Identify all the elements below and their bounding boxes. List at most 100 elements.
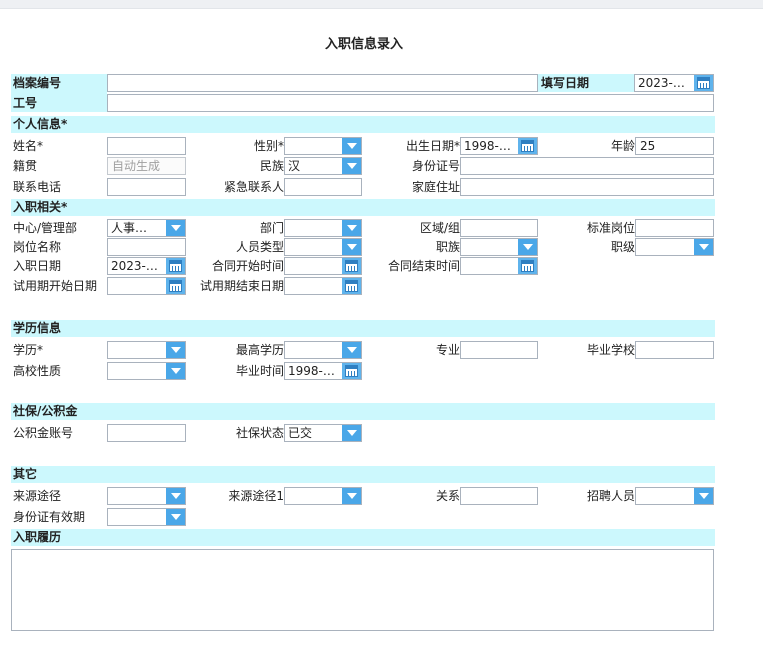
- major-input[interactable]: [460, 341, 538, 359]
- job-family-label: 职族: [435, 240, 460, 254]
- chevron-down-icon[interactable]: [342, 239, 361, 255]
- chevron-down-icon[interactable]: [342, 220, 361, 236]
- ethnic-label: 民族: [259, 159, 284, 173]
- chevron-down-icon[interactable]: [166, 220, 185, 236]
- major-label: 专业: [435, 343, 460, 357]
- archive-no-input[interactable]: [107, 74, 538, 92]
- post-name-input[interactable]: [107, 238, 186, 256]
- fill-date-value: 2023-…: [638, 76, 685, 90]
- join-date-value: 2023-…: [111, 259, 158, 273]
- join-date-picker[interactable]: 2023-…: [107, 257, 186, 275]
- id-validity-label: 身份证有效期: [13, 510, 86, 524]
- calendar-icon[interactable]: [518, 138, 537, 154]
- section-band-personal: [11, 116, 715, 133]
- fill-date-picker[interactable]: 2023-…: [634, 74, 714, 92]
- graduation-time-value: 1998-…: [288, 364, 335, 378]
- birth-date-value: 1998-…: [464, 139, 511, 153]
- chevron-down-icon[interactable]: [166, 363, 185, 379]
- calendar-icon[interactable]: [342, 363, 361, 379]
- calendar-icon[interactable]: [694, 75, 713, 91]
- native-place-input[interactable]: 自动生成: [107, 157, 186, 175]
- age-input[interactable]: 25: [635, 137, 714, 155]
- section-title-insurance: 社保/公积金: [13, 404, 78, 418]
- chevron-down-icon[interactable]: [166, 488, 185, 504]
- id-card-input[interactable]: [460, 157, 714, 175]
- standard-post-label: 标准岗位: [586, 221, 635, 235]
- archive-no-label: 档案编号: [13, 76, 62, 90]
- school-label: 毕业学校: [586, 343, 635, 357]
- chevron-down-icon[interactable]: [342, 138, 361, 154]
- school-type-select[interactable]: [107, 362, 186, 380]
- phone-input[interactable]: [107, 178, 186, 196]
- name-input[interactable]: [107, 137, 186, 155]
- source1-select[interactable]: [284, 487, 362, 505]
- center-select[interactable]: 人事…: [107, 219, 186, 237]
- chevron-down-icon[interactable]: [694, 488, 713, 504]
- relation-input[interactable]: [460, 487, 538, 505]
- calendar-icon[interactable]: [166, 258, 185, 274]
- contract-start-label: 合同开始时间: [211, 259, 284, 273]
- source-label: 来源途径: [13, 489, 62, 503]
- housing-fund-input[interactable]: [107, 424, 186, 442]
- gender-select[interactable]: [284, 137, 362, 155]
- job-no-label: 工号: [13, 96, 38, 110]
- id-validity-select[interactable]: [107, 508, 186, 526]
- center-label: 中心/管理部: [13, 221, 78, 235]
- birth-date-picker[interactable]: 1998-…: [460, 137, 538, 155]
- graduation-time-picker[interactable]: 1998-…: [284, 362, 362, 380]
- emergency-contact-input[interactable]: [284, 178, 362, 196]
- department-label: 部门: [259, 221, 284, 235]
- chevron-down-icon[interactable]: [342, 158, 361, 174]
- standard-post-input[interactable]: [635, 219, 714, 237]
- chevron-down-icon[interactable]: [342, 488, 361, 504]
- job-level-select[interactable]: [635, 238, 714, 256]
- page-title: 入职信息录入: [324, 37, 403, 52]
- recruiter-select[interactable]: [635, 487, 714, 505]
- job-level-label: 职级: [610, 240, 635, 254]
- ethnic-value: 汉: [288, 159, 301, 173]
- chevron-down-icon[interactable]: [518, 239, 537, 255]
- social-status-value: 已交: [288, 426, 313, 440]
- recruiter-label: 招聘人员: [586, 489, 635, 503]
- region-input[interactable]: [460, 219, 538, 237]
- job-no-input[interactable]: [107, 94, 714, 112]
- calendar-icon[interactable]: [342, 258, 361, 274]
- contract-end-label: 合同结束时间: [387, 259, 460, 273]
- calendar-icon[interactable]: [518, 258, 537, 274]
- highest-degree-select[interactable]: [284, 341, 362, 359]
- contract-end-picker[interactable]: [460, 257, 538, 275]
- section-band-entry: [11, 199, 715, 216]
- chevron-down-icon[interactable]: [342, 342, 361, 358]
- ethnic-select[interactable]: 汉: [284, 157, 362, 175]
- probation-end-label: 试用期结束日期: [199, 279, 284, 293]
- chevron-down-icon[interactable]: [694, 239, 713, 255]
- relation-label: 关系: [435, 489, 460, 503]
- section-band-other: [11, 466, 715, 483]
- chevron-down-icon[interactable]: [342, 425, 361, 441]
- home-address-input[interactable]: [460, 178, 714, 196]
- chevron-down-icon[interactable]: [166, 342, 185, 358]
- source-select[interactable]: [107, 487, 186, 505]
- section-title-history: 入职履历: [13, 530, 62, 544]
- history-textarea[interactable]: [11, 549, 714, 631]
- calendar-icon[interactable]: [166, 278, 185, 294]
- chevron-down-icon[interactable]: [166, 509, 185, 525]
- job-family-select[interactable]: [460, 238, 538, 256]
- school-input[interactable]: [635, 341, 714, 359]
- fill-date-label: 填写日期: [541, 76, 590, 90]
- region-label: 区域/组: [419, 221, 460, 235]
- calendar-icon[interactable]: [342, 278, 361, 294]
- highest-degree-label: 最高学历: [235, 343, 284, 357]
- probation-start-picker[interactable]: [107, 277, 186, 295]
- social-status-select[interactable]: 已交: [284, 424, 362, 442]
- post-name-label: 岗位名称: [13, 240, 62, 254]
- probation-end-picker[interactable]: [284, 277, 362, 295]
- contract-start-picker[interactable]: [284, 257, 362, 275]
- section-band-education: [11, 320, 715, 337]
- gender-label: 性别*: [253, 139, 284, 153]
- degree-label: 学历*: [13, 343, 44, 357]
- section-band-history: [11, 529, 715, 546]
- degree-select[interactable]: [107, 341, 186, 359]
- staff-type-select[interactable]: [284, 238, 362, 256]
- department-select[interactable]: [284, 219, 362, 237]
